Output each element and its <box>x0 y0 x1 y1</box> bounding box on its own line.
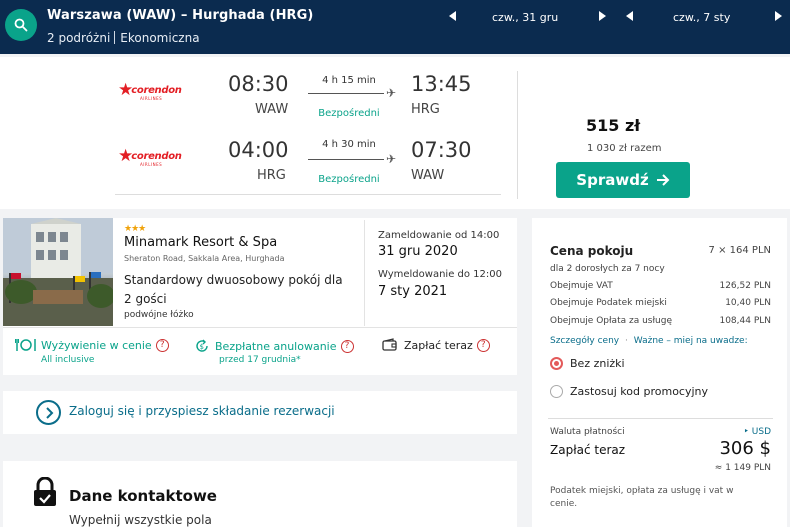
pay-now-label: Zapłać teraz <box>550 443 626 457</box>
next-return-date-icon[interactable] <box>775 11 782 21</box>
hotel-address: Sheraton Road, Sakkala Area, Hurghada <box>124 254 285 263</box>
currency-selector[interactable]: ‣ USD <box>744 427 771 437</box>
outbound-stops: Bezpośredni <box>318 108 380 119</box>
contact-section: Dane kontaktowe Wypełnij wszystkie pola <box>3 461 517 527</box>
vat-label: Obejmuje VAT <box>550 281 613 291</box>
help-icon[interactable]: ? <box>155 338 169 352</box>
city-tax-value: 10,40 PLN <box>725 298 771 308</box>
price-divider <box>517 71 518 199</box>
inbound-stops: Bezpośredni <box>318 174 380 185</box>
flight-card[interactable]: ★ corendon AIRLINES 08:30 WAW 4 h 15 min… <box>0 57 790 209</box>
price-summary: Cena pokoju 7 × 164 PLN dla 2 dorosłych … <box>532 218 787 527</box>
no-discount-label[interactable]: Bez zniżki <box>570 357 625 370</box>
checkout-label: Wymeldowanie do 12:00 <box>378 269 502 280</box>
contact-subtitle: Wypełnij wszystkie pola <box>69 513 212 527</box>
feature-cancellation: $ Bezpłatne anulowanie ? <box>194 338 354 354</box>
svg-text:$: $ <box>200 343 204 351</box>
airline-logo: ★ corendon AIRLINES <box>118 80 182 102</box>
price-divider-line <box>548 418 773 419</box>
flight-total: 1 030 zł razem <box>587 143 662 154</box>
link-separator: · <box>625 336 628 346</box>
prev-depart-date-icon[interactable] <box>449 11 456 21</box>
meta-divider <box>114 31 116 44</box>
depart-date[interactable]: czw., 31 gru <box>492 11 558 24</box>
room-price-label: Cena pokoju <box>550 244 634 258</box>
price-details-link[interactable]: Szczegóły ceny <box>550 336 619 346</box>
outbound-arrival-airport: HRG <box>411 102 440 117</box>
room-price-value: 7 × 164 PLN <box>708 245 771 256</box>
hotel-photo-illustration <box>3 218 113 326</box>
inbound-departure-airport: HRG <box>257 168 286 183</box>
room-name: Standardowy dwuosobowy pokój dla 2 gości <box>124 273 343 306</box>
outbound-departure-time: 08:30 <box>228 72 289 96</box>
meal-plan: All inclusive <box>41 355 95 365</box>
bed-type: podwójne łóżko <box>124 310 194 320</box>
pay-now-amount: 306 $ <box>719 438 771 459</box>
vat-value: 126,52 PLN <box>719 281 771 291</box>
outbound-duration: 4 h 15 min <box>322 75 376 86</box>
inbound-arrival-time: 07:30 <box>411 138 472 162</box>
inbound-duration-line <box>308 159 384 160</box>
promo-code-label[interactable]: Zastosuj kod promocyjny <box>570 385 708 398</box>
return-date[interactable]: czw., 7 sty <box>673 11 730 24</box>
arrow-right-icon <box>656 174 670 186</box>
tax-note: Podatek miejski, opłata za usługę i vat … <box>550 486 734 509</box>
cabin-class: Ekonomiczna <box>120 31 200 45</box>
wallet-icon <box>382 338 397 351</box>
currency-label: Waluta płatności <box>550 427 625 437</box>
outbound-arrival-time: 13:45 <box>411 72 472 96</box>
checkin-date: 31 gru 2020 <box>378 244 458 259</box>
next-depart-date-icon[interactable] <box>599 11 606 21</box>
inbound-duration: 4 h 30 min <box>322 139 376 150</box>
cutlery-icon <box>15 339 36 351</box>
no-discount-radio[interactable] <box>550 357 563 370</box>
chevron-right-icon <box>36 400 61 425</box>
trip-meta[interactable]: 2 podróżni Ekonomiczna <box>47 31 200 45</box>
search-button[interactable] <box>5 9 37 41</box>
hotel-stars: ★★★ <box>124 224 146 234</box>
guests-nights: dla 2 dorosłych za 7 nocy <box>550 264 665 274</box>
checkout-date: 7 sty 2021 <box>378 284 448 299</box>
help-icon[interactable]: ? <box>476 338 490 352</box>
login-link[interactable]: Zaloguj się i przyspiesz składanie rezer… <box>69 404 335 418</box>
search-icon <box>14 18 28 32</box>
hotel-card: ★★★ Minamark Resort & Spa Sheraton Road,… <box>3 218 517 375</box>
city-tax-label: Obejmuje Podatek miejski <box>550 298 667 308</box>
lock-icon <box>34 477 56 506</box>
flight-divider <box>115 194 501 195</box>
search-header: Warszawa (WAW) – Hurghada (HRG) 2 podróż… <box>0 0 790 54</box>
feature-pay-now: Zapłać teraz ? <box>382 338 490 352</box>
login-prompt[interactable]: Zaloguj się i przyspiesz składanie rezer… <box>3 391 517 434</box>
pay-now-pln: ≈ 1 149 PLN <box>714 463 771 473</box>
outbound-duration-line <box>308 93 384 94</box>
features-divider <box>3 327 517 328</box>
service-fee-value: 108,44 PLN <box>719 316 771 326</box>
promo-code-radio[interactable] <box>550 385 563 398</box>
help-icon[interactable]: ? <box>340 339 354 353</box>
price-links: Szczegóły ceny · Ważne – miej na uwadze: <box>550 336 748 346</box>
refund-icon: $ <box>196 339 208 352</box>
service-fee-label: Obejmuje Opłata za usługę <box>550 316 672 326</box>
inbound-departure-time: 04:00 <box>228 138 289 162</box>
outbound-departure-airport: WAW <box>255 102 289 117</box>
hotel-name[interactable]: Minamark Resort & Spa <box>124 235 277 250</box>
hotel-photo[interactable] <box>3 218 113 326</box>
flight-price: 515 zł <box>586 116 641 135</box>
cancellation-deadline: przed 17 grudnia* <box>219 355 301 365</box>
checkin-label: Zameldowanie od 14:00 <box>378 230 500 241</box>
route-title[interactable]: Warszawa (WAW) – Hurghada (HRG) <box>47 8 313 23</box>
feature-meal: Wyżywienie w cenie ? <box>15 338 169 352</box>
plane-icon: ✈ <box>386 152 397 166</box>
plane-icon: ✈ <box>386 86 397 100</box>
check-flight-button[interactable]: Sprawdź <box>556 162 690 198</box>
important-note-link[interactable]: Ważne – miej na uwadze: <box>634 336 748 346</box>
contact-title: Dane kontaktowe <box>69 487 217 505</box>
inbound-arrival-airport: WAW <box>411 168 445 183</box>
travellers-count: 2 podróżni <box>47 31 111 45</box>
prev-return-date-icon[interactable] <box>626 11 633 21</box>
hotel-divider <box>364 220 365 326</box>
airline-logo: ★ corendon AIRLINES <box>118 146 182 168</box>
